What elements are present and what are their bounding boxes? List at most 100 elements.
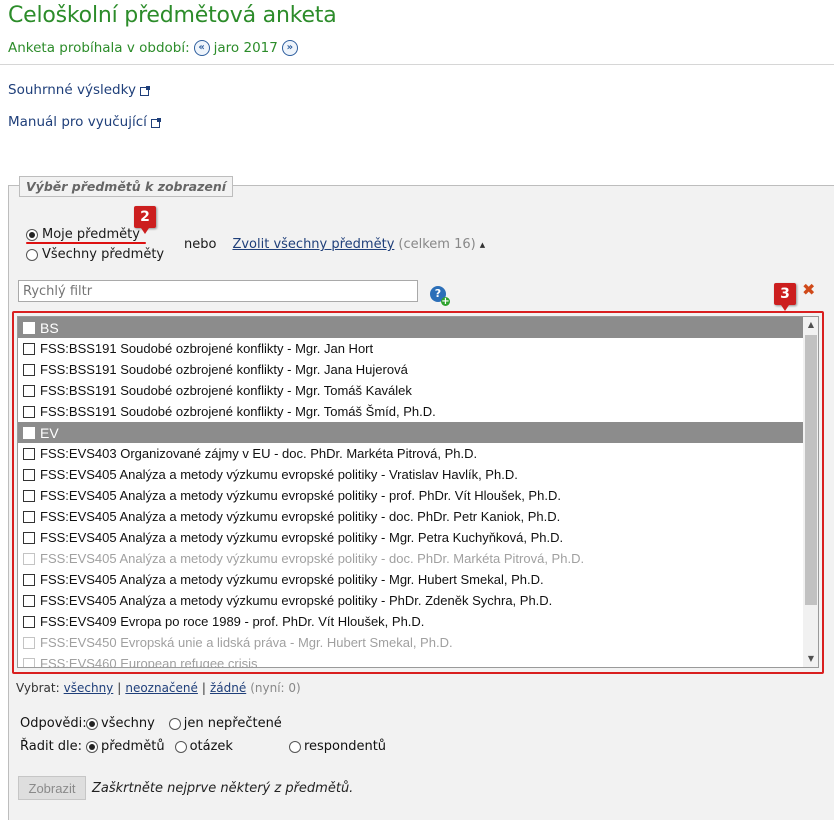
show-button[interactable]: Zobrazit [18,776,86,800]
list-item-label: FSS:EVS405 Analýza a metody výzkumu evro… [40,551,585,566]
select-row: Vybrat: všechny | neoznačené | žádné (ny… [16,681,301,695]
checkbox[interactable] [23,615,35,628]
group-header[interactable]: EV [18,422,803,443]
annotation-marker-3: 3 [774,283,796,311]
list-item-label: FSS:EVS405 Analýza a metody výzkumu evro… [40,572,544,587]
scroll-thumb[interactable] [805,335,817,605]
group-header[interactable]: BS [18,317,803,338]
summary-results-label: Souhrnné výsledky [8,82,136,98]
divider [0,64,834,65]
checkbox[interactable] [23,594,35,607]
list-item-label: FSS:EVS405 Analýza a metody výzkumu evro… [40,530,564,545]
radio-sort-subjects[interactable] [86,740,98,753]
list-item-label: FSS:EVS409 Evropa po roce 1989 - prof. P… [40,614,425,629]
scroll-down-icon[interactable]: ▼ [803,651,818,667]
radio-sort-respondents[interactable] [288,740,301,753]
sort-questions-label: otázek [189,739,233,754]
checkbox[interactable] [23,321,35,334]
help-add-icon[interactable]: ? [430,286,450,306]
answers-all-label: všechny [101,716,155,731]
or-text: nebo [184,237,217,252]
list-item-label: FSS:BSS191 Soudobé ozbrojené konflikty -… [40,341,374,356]
list-item-label: BS [40,319,59,336]
list-item[interactable]: FSS:EVS405 Analýza a metody výzkumu evro… [18,464,803,485]
checkbox[interactable] [23,468,35,481]
list-item-label: FSS:EVS405 Analýza a metody výzkumu evro… [40,488,561,503]
list-item[interactable]: FSS:EVS405 Analýza a metody výzkumu evro… [18,485,803,506]
checkbox[interactable] [23,363,35,376]
list-item[interactable]: FSS:EVS405 Analýza a metody výzkumu evro… [18,569,803,590]
checkbox[interactable] [23,426,35,439]
radio-all-subjects[interactable]: Všechny předměty [26,247,164,262]
scroll-up-icon[interactable]: ▲ [803,317,818,333]
subject-list[interactable]: BS FSS:BSS191 Soudobé ozbrojené konflikty… [17,316,819,668]
select-all-row: nebo Zvolit všechny předměty (celkem 16)… [184,237,485,252]
list-scrollbar[interactable]: ▲ ▼ [803,317,818,667]
select-all-link[interactable]: všechny [64,681,114,695]
list-item-label: FSS:EVS405 Analýza a metody výzkumu evro… [40,593,553,608]
list-item[interactable]: FSS:BSS191 Soudobé ozbrojené konflikty -… [18,380,803,401]
select-none-link[interactable]: žádné [210,681,246,695]
list-item[interactable]: FSS:EVS403 Organizované zájmy v EU - doc… [18,443,803,464]
period-value: jaro 2017 [213,40,278,56]
quick-filter-input[interactable] [18,280,418,302]
answers-row: Odpovědi: všechny jen nepřečtené [20,716,282,731]
answers-unread-label: jen nepřečtené [183,716,282,731]
radio-my-subjects-label: Moje předměty [42,227,140,242]
select-unchecked-link[interactable]: neoznačené [125,681,198,695]
selected-count: (nyní: 0) [250,681,301,695]
list-item[interactable]: FSS:BSS191 Soudobé ozbrojené konflikty -… [18,338,803,359]
list-item-label: EV [40,424,59,441]
total-count: (celkem 16) [398,237,476,252]
radio-my-subjects[interactable]: Moje předměty [26,227,140,242]
radio-answers-all[interactable] [86,717,98,730]
radio-unchecked-icon[interactable] [26,248,38,261]
select-label: Vybrat: [16,681,60,695]
select-all-subjects-link[interactable]: Zvolit všechny předměty [232,237,394,252]
sort-respondents-label: respondentů [303,739,387,754]
list-item[interactable]: FSS:EVS405 Analýza a metody výzkumu evro… [18,590,803,611]
checkbox[interactable] [23,384,35,397]
checkbox[interactable] [23,489,35,502]
sort-row: Řadit dle: předmětů otázek respondentů [20,739,386,754]
radio-sort-questions[interactable] [174,740,187,753]
checkbox[interactable] [23,342,35,355]
period-label: Anketa probíhala v období: [8,40,190,56]
annotation-underline [26,242,146,244]
summary-results-link[interactable]: Souhrnné výsledky [8,82,150,98]
list-item-label: FSS:EVS460 European refugee crisis [40,656,258,668]
list-item[interactable]: FSS:EVS409 Evropa po roce 1989 - prof. P… [18,611,803,632]
list-item[interactable]: FSS:EVS405 Analýza a metody výzkumu evro… [18,527,803,548]
list-item-label: FSS:EVS405 Analýza a metody výzkumu evro… [40,467,518,482]
list-item-label: FSS:EVS405 Analýza a metody výzkumu evro… [40,509,561,524]
checkbox[interactable] [23,573,35,586]
checkbox[interactable] [23,510,35,523]
radio-checked-icon[interactable] [26,228,38,241]
checkbox[interactable] [23,447,35,460]
list-item[interactable]: FSS:BSS191 Soudobé ozbrojené konflikty -… [18,401,803,422]
new-window-icon [150,117,161,128]
radio-answers-unread[interactable] [168,717,181,730]
sort-subjects-label: předmětů [101,739,165,754]
sort-label: Řadit dle: [20,739,83,754]
checkbox [23,657,35,667]
new-window-icon [139,85,150,96]
list-item-label: FSS:BSS191 Soudobé ozbrojené konflikty -… [40,383,412,398]
radio-all-subjects-label: Všechny předměty [42,247,165,262]
next-period-icon[interactable]: » [281,40,298,56]
checkbox [23,636,35,649]
teacher-manual-label: Manuál pro vyučující [8,114,147,130]
clear-filter-icon[interactable]: ✖ [802,280,815,299]
teacher-manual-link[interactable]: Manuál pro vyučující [8,114,161,130]
list-item-label: FSS:EVS450 Evropská unie a lidská práva … [40,635,453,650]
caret-up-icon[interactable]: ▲ [480,241,485,249]
list-item[interactable]: FSS:EVS405 Analýza a metody výzkumu evro… [18,506,803,527]
list-item-label: FSS:BSS191 Soudobé ozbrojené konflikty -… [40,362,408,377]
previous-period-icon[interactable]: « [193,40,210,56]
checkbox[interactable] [23,405,35,418]
list-item[interactable]: FSS:BSS191 Soudobé ozbrojené konflikty -… [18,359,803,380]
checkbox[interactable] [23,531,35,544]
answers-label: Odpovědi: [20,716,87,731]
page-title: Celoškolní předmětová anketa [8,3,337,28]
period-row: Anketa probíhala v období: « jaro 2017 » [8,40,298,56]
